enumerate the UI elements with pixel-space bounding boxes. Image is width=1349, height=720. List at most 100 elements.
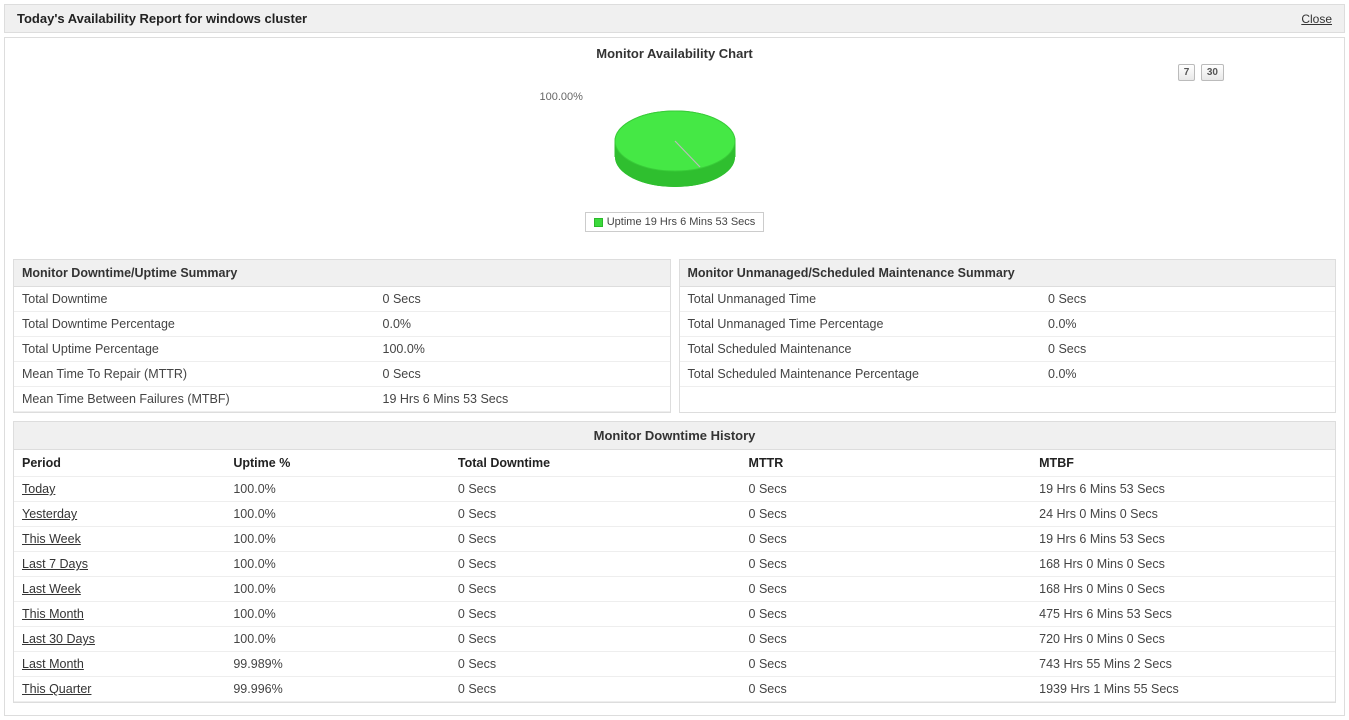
downtime-history-panel: Monitor Downtime History Period Uptime %… (13, 421, 1336, 703)
chart-legend: Uptime 19 Hrs 6 Mins 53 Secs (585, 212, 765, 232)
history-uptime: 100.0% (225, 577, 450, 602)
summary-value: 19 Hrs 6 Mins 53 Secs (375, 387, 670, 412)
pie-icon (600, 85, 750, 205)
history-mtbf: 19 Hrs 6 Mins 53 Secs (1031, 527, 1335, 552)
history-col-mttr: MTTR (741, 450, 1032, 477)
history-mttr: 0 Secs (741, 677, 1032, 702)
report-header: Today's Availability Report for windows … (4, 4, 1345, 33)
history-period-link[interactable]: Today (22, 482, 55, 496)
history-uptime: 100.0% (225, 552, 450, 577)
summary-label: Total Scheduled Maintenance (680, 337, 1041, 362)
history-mtbf: 168 Hrs 0 Mins 0 Secs (1031, 577, 1335, 602)
close-link[interactable]: Close (1301, 12, 1332, 26)
history-col-mtbf: MTBF (1031, 450, 1335, 477)
history-mttr: 0 Secs (741, 577, 1032, 602)
history-mtbf: 743 Hrs 55 Mins 2 Secs (1031, 652, 1335, 677)
history-downtime: 0 Secs (450, 502, 741, 527)
summary-row: Total Downtime Percentage0.0% (14, 312, 670, 337)
history-row: Today100.0%0 Secs0 Secs19 Hrs 6 Mins 53 … (14, 477, 1335, 502)
history-downtime: 0 Secs (450, 552, 741, 577)
history-mttr: 0 Secs (741, 552, 1032, 577)
history-uptime: 100.0% (225, 477, 450, 502)
history-uptime: 99.989% (225, 652, 450, 677)
summary-value: 0.0% (375, 312, 670, 337)
summary-value: 0.0% (1040, 362, 1335, 387)
history-period-link[interactable]: This Month (22, 607, 84, 621)
history-mttr: 0 Secs (741, 502, 1032, 527)
history-period-link[interactable]: This Week (22, 532, 81, 546)
history-downtime: 0 Secs (450, 527, 741, 552)
summary-label: Total Scheduled Maintenance Percentage (680, 362, 1041, 387)
history-downtime: 0 Secs (450, 677, 741, 702)
history-mtbf: 1939 Hrs 1 Mins 55 Secs (1031, 677, 1335, 702)
history-downtime: 0 Secs (450, 602, 741, 627)
downtime-history-title: Monitor Downtime History (14, 422, 1335, 450)
summary-row: Total Unmanaged Time0 Secs (680, 287, 1336, 312)
summary-label: Total Downtime (14, 287, 375, 312)
summary-label: Mean Time Between Failures (MTBF) (14, 387, 375, 412)
timerange-30-button[interactable]: 30 (1201, 64, 1224, 81)
history-row: Last Week100.0%0 Secs0 Secs168 Hrs 0 Min… (14, 577, 1335, 602)
history-uptime: 100.0% (225, 602, 450, 627)
summary-value: 0.0% (1040, 312, 1335, 337)
history-uptime: 100.0% (225, 502, 450, 527)
summary-label: Total Unmanaged Time Percentage (680, 312, 1041, 337)
history-row: Last 30 Days100.0%0 Secs0 Secs720 Hrs 0 … (14, 627, 1335, 652)
history-period-link[interactable]: Last Week (22, 582, 81, 596)
page-title: Today's Availability Report for windows … (17, 11, 307, 26)
summary-label: Total Unmanaged Time (680, 287, 1041, 312)
timerange-7-button[interactable]: 7 (1178, 64, 1196, 81)
summary-row: Total Scheduled Maintenance0 Secs (680, 337, 1336, 362)
downtime-uptime-summary-panel: Monitor Downtime/Uptime Summary Total Do… (13, 259, 671, 413)
summary-row: Total Uptime Percentage100.0% (14, 337, 670, 362)
history-period-link[interactable]: Last 7 Days (22, 557, 88, 571)
summary-label: Total Uptime Percentage (14, 337, 375, 362)
summary-label: Mean Time To Repair (MTTR) (14, 362, 375, 387)
chart-title: Monitor Availability Chart (5, 38, 1344, 65)
history-period-link[interactable]: Last Month (22, 657, 84, 671)
history-uptime: 99.996% (225, 677, 450, 702)
history-mtbf: 720 Hrs 0 Mins 0 Secs (1031, 627, 1335, 652)
history-row: Last Month99.989%0 Secs0 Secs743 Hrs 55 … (14, 652, 1335, 677)
summary-label: Total Downtime Percentage (14, 312, 375, 337)
timerange-buttons: 7 30 (5, 63, 1344, 81)
legend-label: Uptime 19 Hrs 6 Mins 53 Secs (607, 216, 756, 228)
history-mttr: 0 Secs (741, 627, 1032, 652)
history-mtbf: 24 Hrs 0 Mins 0 Secs (1031, 502, 1335, 527)
summary-value: 0 Secs (1040, 337, 1335, 362)
history-mtbf: 475 Hrs 6 Mins 53 Secs (1031, 602, 1335, 627)
history-row: This Week100.0%0 Secs0 Secs19 Hrs 6 Mins… (14, 527, 1335, 552)
summary-value: 0 Secs (375, 362, 670, 387)
history-period-link[interactable]: Yesterday (22, 507, 77, 521)
history-period-link[interactable]: This Quarter (22, 682, 91, 696)
history-row: Yesterday100.0%0 Secs0 Secs24 Hrs 0 Mins… (14, 502, 1335, 527)
history-downtime: 0 Secs (450, 652, 741, 677)
summary-value: 100.0% (375, 337, 670, 362)
history-downtime: 0 Secs (450, 477, 741, 502)
history-mtbf: 19 Hrs 6 Mins 53 Secs (1031, 477, 1335, 502)
history-mttr: 0 Secs (741, 652, 1032, 677)
history-mttr: 0 Secs (741, 527, 1032, 552)
history-mttr: 0 Secs (741, 477, 1032, 502)
summary-value: 0 Secs (375, 287, 670, 312)
pie-slice-label: 100.00% (540, 91, 583, 103)
maintenance-summary-panel: Monitor Unmanaged/Scheduled Maintenance … (679, 259, 1337, 413)
summary-row: Total Scheduled Maintenance Percentage0.… (680, 362, 1336, 387)
history-row: Last 7 Days100.0%0 Secs0 Secs168 Hrs 0 M… (14, 552, 1335, 577)
history-col-period: Period (14, 450, 225, 477)
history-downtime: 0 Secs (450, 627, 741, 652)
availability-chart: 100.00% Uptime 19 Hrs 6 Mins 53 Secs (5, 81, 1344, 251)
summary-value: 0 Secs (1040, 287, 1335, 312)
summary-row: Mean Time To Repair (MTTR)0 Secs (14, 362, 670, 387)
history-period-link[interactable]: Last 30 Days (22, 632, 95, 646)
history-uptime: 100.0% (225, 627, 450, 652)
history-col-uptime: Uptime % (225, 450, 450, 477)
summary-row: Mean Time Between Failures (MTBF)19 Hrs … (14, 387, 670, 412)
summary-row: Total Unmanaged Time Percentage0.0% (680, 312, 1336, 337)
summary-row: Total Downtime0 Secs (14, 287, 670, 312)
history-downtime: 0 Secs (450, 577, 741, 602)
history-mttr: 0 Secs (741, 602, 1032, 627)
history-row: This Quarter99.996%0 Secs0 Secs1939 Hrs … (14, 677, 1335, 702)
legend-swatch-icon (594, 218, 603, 227)
history-col-downtime: Total Downtime (450, 450, 741, 477)
